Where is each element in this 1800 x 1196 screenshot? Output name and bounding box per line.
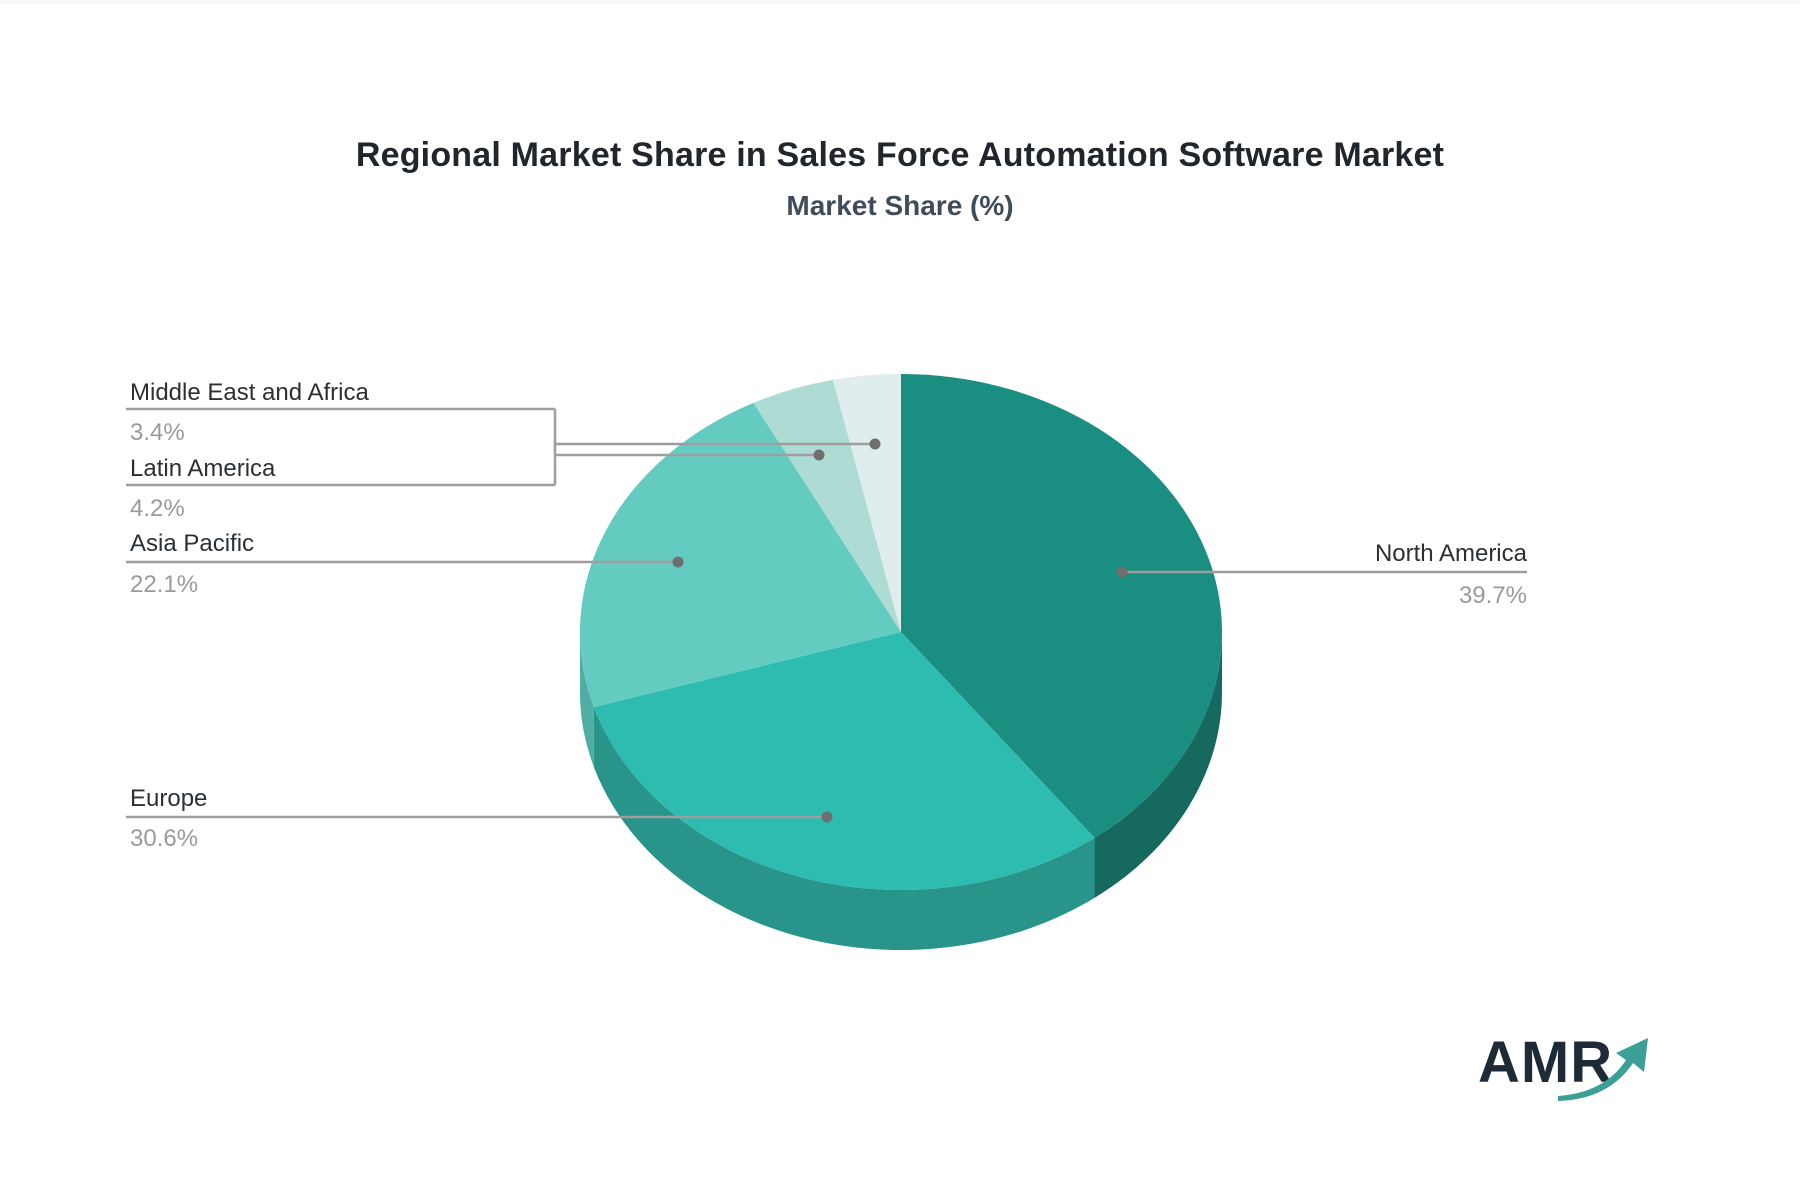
slice-value-north-america: 39.7% — [1459, 582, 1527, 609]
slice-label-asia-pacific: Asia Pacific — [130, 530, 254, 557]
slice-value-latin-america: 4.2% — [130, 495, 185, 522]
callout-dot-middle-east-and-africa — [869, 438, 881, 450]
callout-dot-europe — [821, 811, 833, 823]
slice-value-middle-east-and-africa: 3.4% — [130, 419, 185, 446]
callout-dot-north-america — [1116, 566, 1128, 578]
slice-value-europe: 30.6% — [130, 825, 198, 852]
pie-chart: North America 39.7% Europe 30.6% Asia Pacifi… — [126, 373, 1528, 950]
slice-label-europe: Europe — [130, 785, 207, 812]
logo-arrow-icon — [1558, 1038, 1648, 1101]
slice-value-asia-pacific: 22.1% — [130, 571, 198, 598]
logo-arrow-swoosh — [1558, 1038, 1648, 1101]
slice-label-north-america: North America — [1375, 540, 1528, 567]
chart-canvas: Regional Market Share in Sales Force Aut… — [0, 0, 1800, 1196]
slice-label-latin-america: Latin America — [130, 455, 276, 482]
callout-dot-latin-america — [813, 449, 825, 461]
slice-label-middle-east-and-africa: Middle East and Africa — [130, 379, 369, 406]
callout-dot-asia-pacific — [672, 556, 684, 568]
